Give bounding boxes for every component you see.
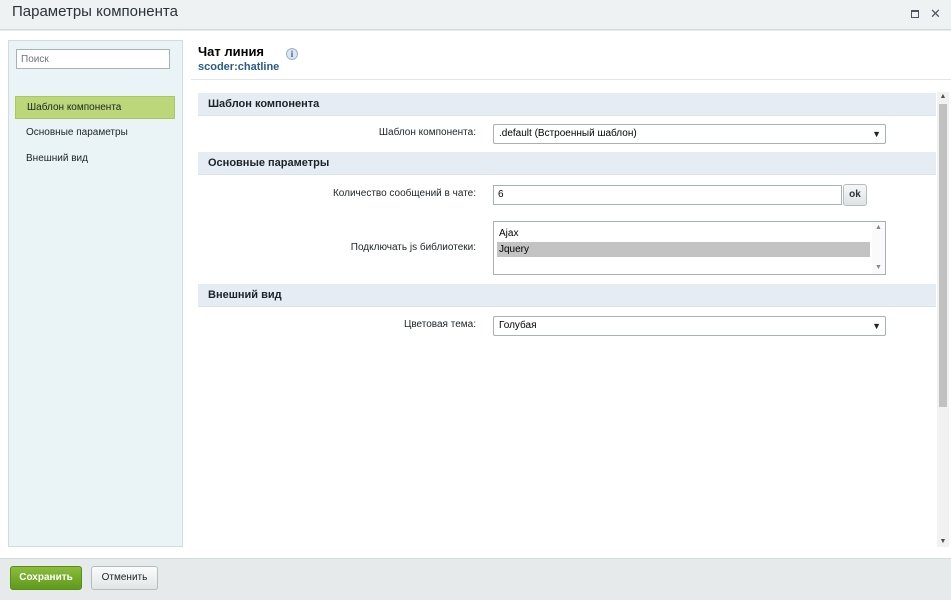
sidebar-item-label: Шаблон компонента bbox=[27, 102, 122, 113]
section-header-template: Шаблон компонента bbox=[198, 93, 936, 116]
template-label: Шаблон компонента: bbox=[378, 127, 476, 138]
sidebar-item-appearance[interactable]: Внешний вид bbox=[15, 148, 175, 171]
close-icon[interactable]: ✕ bbox=[930, 7, 941, 20]
sidebar-item-main-params[interactable]: Основные параметры bbox=[15, 122, 175, 145]
js-lib-option-ajax[interactable]: Ajax bbox=[497, 226, 870, 241]
maximize-icon[interactable] bbox=[910, 9, 920, 19]
color-theme-label: Цветовая тема: bbox=[403, 319, 476, 330]
color-theme-select[interactable]: Голубая ▼ bbox=[493, 316, 886, 336]
component-name: Чат линия bbox=[198, 44, 265, 59]
sidebar-item-label: Основные параметры bbox=[26, 127, 128, 138]
scroll-down-icon[interactable]: ▼ bbox=[872, 263, 885, 273]
cancel-button[interactable]: Отменить bbox=[91, 566, 158, 590]
js-libs-listbox[interactable]: Ajax Jquery ▲ ▼ bbox=[493, 221, 886, 275]
main-scrollbar[interactable]: ▲ ▼ bbox=[937, 92, 949, 547]
component-header: Чат линия scoder:chatline bbox=[198, 44, 279, 73]
component-code: scoder:chatline bbox=[198, 61, 280, 73]
search-input[interactable] bbox=[16, 49, 170, 69]
dialog-body: Шаблон компонента Основные параметры Вне… bbox=[0, 31, 951, 558]
listbox-scrollbar[interactable]: ▲ ▼ bbox=[872, 222, 885, 274]
chevron-down-icon: ▼ bbox=[872, 321, 881, 331]
dialog-footer: Сохранить Отменить bbox=[0, 558, 951, 600]
js-libs-label: Подключать js библиотеки: bbox=[350, 242, 476, 253]
sidebar-item-label: Внешний вид bbox=[26, 153, 88, 164]
window-titlebar: Параметры компонента ✕ bbox=[0, 0, 951, 30]
scroll-up-icon[interactable]: ▲ bbox=[872, 223, 885, 233]
info-icon[interactable]: i bbox=[286, 48, 298, 60]
sidebar-item-template[interactable]: Шаблон компонента bbox=[15, 96, 175, 119]
template-select-value: .default (Встроенный шаблон) bbox=[499, 128, 637, 139]
template-select[interactable]: .default (Встроенный шаблон) ▼ bbox=[493, 124, 886, 144]
scroll-up-icon[interactable]: ▲ bbox=[937, 92, 949, 102]
section-header-appearance: Внешний вид bbox=[198, 284, 936, 307]
window-title: Параметры компонента bbox=[12, 3, 178, 20]
save-button[interactable]: Сохранить bbox=[10, 566, 82, 590]
ok-button[interactable]: ok bbox=[843, 184, 867, 206]
js-lib-option-jquery[interactable]: Jquery bbox=[497, 242, 870, 257]
scrollbar-thumb[interactable] bbox=[939, 104, 947, 407]
chevron-down-icon: ▼ bbox=[872, 129, 881, 139]
header-divider bbox=[191, 79, 951, 80]
sidebar: Шаблон компонента Основные параметры Вне… bbox=[8, 40, 183, 547]
message-count-input[interactable]: 6 bbox=[493, 185, 842, 205]
scroll-down-icon[interactable]: ▼ bbox=[937, 537, 949, 547]
section-header-main-params: Основные параметры bbox=[198, 152, 936, 175]
color-theme-value: Голубая bbox=[499, 320, 537, 331]
message-count-label: Количество сообщений в чате: bbox=[332, 188, 476, 199]
